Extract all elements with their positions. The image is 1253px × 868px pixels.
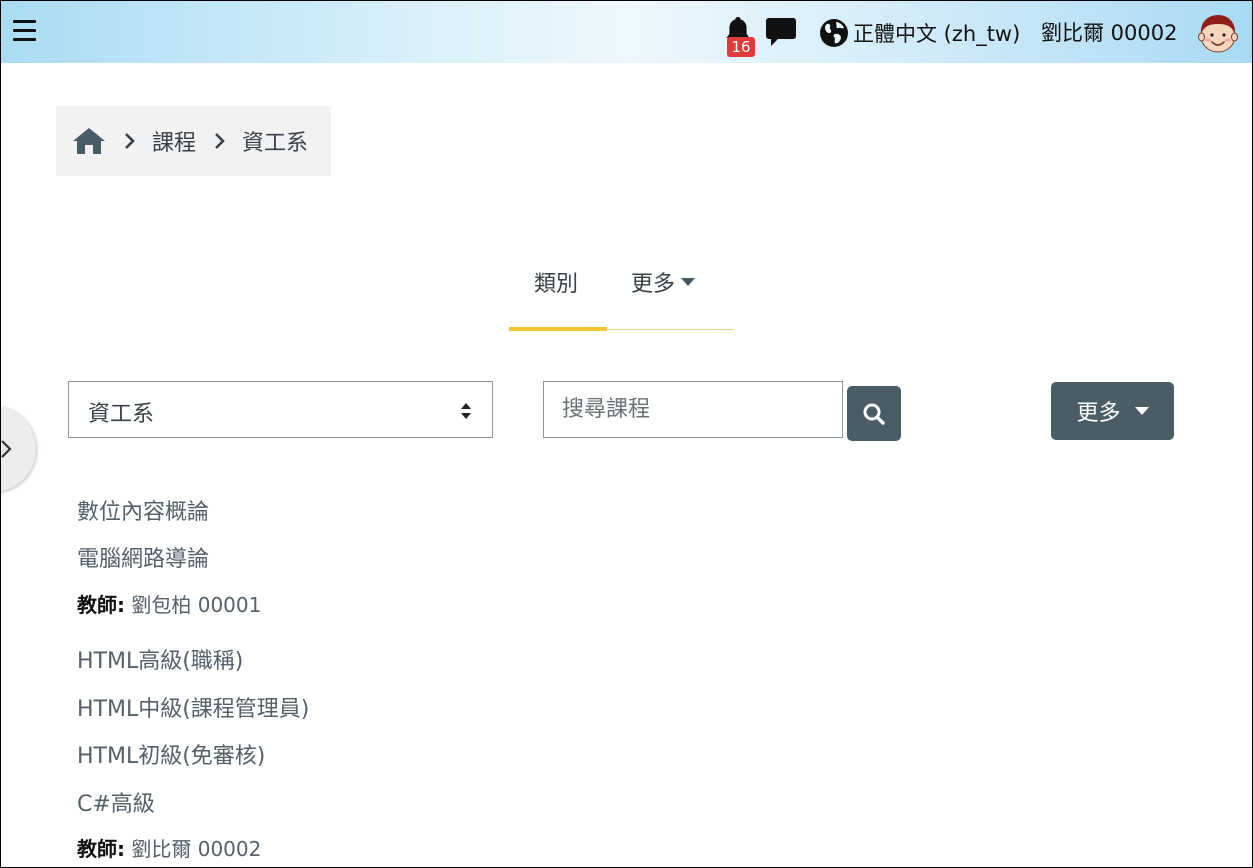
tab-category[interactable]: 類別 bbox=[534, 266, 578, 298]
course-link[interactable]: C#高級 bbox=[77, 786, 155, 818]
breadcrumb: 課程 資工系 bbox=[56, 106, 331, 176]
language-label: 正體中文 (zh_tw) bbox=[853, 22, 1021, 46]
teacher-info: 教師: 劉比爾 00002 bbox=[77, 833, 261, 862]
course-link[interactable]: HTML高級(職稱) bbox=[77, 643, 243, 675]
teacher-label: 教師: bbox=[77, 837, 125, 861]
course-link[interactable]: 電腦網路導論 bbox=[77, 541, 209, 573]
messages-button[interactable] bbox=[765, 15, 797, 49]
hamburger-menu-icon[interactable] bbox=[13, 20, 36, 41]
category-tabs: 類別 更多 bbox=[509, 256, 734, 332]
category-select-value: 資工系 bbox=[88, 402, 155, 427]
drawer-toggle-button[interactable] bbox=[0, 406, 36, 492]
course-link[interactable]: HTML中級(課程管理員) bbox=[77, 691, 309, 723]
chevron-right-icon bbox=[1, 440, 12, 458]
chevron-right-icon bbox=[125, 133, 135, 149]
caret-down-icon bbox=[1134, 407, 1149, 415]
teacher-info: 教師: 劉包柏 00001 bbox=[77, 589, 261, 618]
course-search-input[interactable] bbox=[543, 381, 843, 438]
notification-count-badge: 16 bbox=[727, 37, 755, 57]
teacher-name[interactable]: 劉包柏 00001 bbox=[131, 593, 261, 617]
top-navbar: 16 正體中文 (zh_tw) 劉比爾 00002 bbox=[1, 1, 1252, 63]
category-select[interactable]: 資工系 bbox=[68, 381, 493, 438]
tab-more[interactable]: 更多 bbox=[631, 266, 696, 298]
globe-icon bbox=[820, 19, 848, 47]
search-button[interactable] bbox=[847, 386, 901, 441]
user-name[interactable]: 劉比爾 00002 bbox=[1041, 18, 1177, 48]
search-icon bbox=[863, 403, 885, 425]
course-link[interactable]: HTML初級(免審核) bbox=[77, 738, 265, 770]
more-actions-button[interactable]: 更多 bbox=[1051, 382, 1174, 440]
teacher-name[interactable]: 劉比爾 00002 bbox=[131, 837, 261, 861]
avatar-face-icon bbox=[1198, 15, 1238, 53]
course-link[interactable]: 數位內容概論 bbox=[77, 494, 209, 526]
notifications-button[interactable]: 16 bbox=[723, 15, 755, 59]
tab-active-indicator bbox=[509, 327, 607, 331]
language-selector[interactable]: 正體中文 (zh_tw) bbox=[819, 18, 1020, 48]
more-actions-label: 更多 bbox=[1076, 401, 1121, 426]
caret-down-icon bbox=[681, 278, 696, 286]
breadcrumb-courses-link[interactable]: 課程 bbox=[152, 125, 196, 157]
breadcrumb-department-link[interactable]: 資工系 bbox=[242, 125, 308, 157]
sort-arrows-icon bbox=[461, 403, 471, 419]
user-avatar[interactable] bbox=[1198, 12, 1238, 54]
teacher-label: 教師: bbox=[77, 593, 125, 617]
chevron-right-icon bbox=[215, 133, 225, 149]
tab-more-label: 更多 bbox=[631, 272, 676, 297]
home-icon[interactable] bbox=[72, 126, 106, 156]
chat-bubble-icon bbox=[766, 18, 796, 46]
